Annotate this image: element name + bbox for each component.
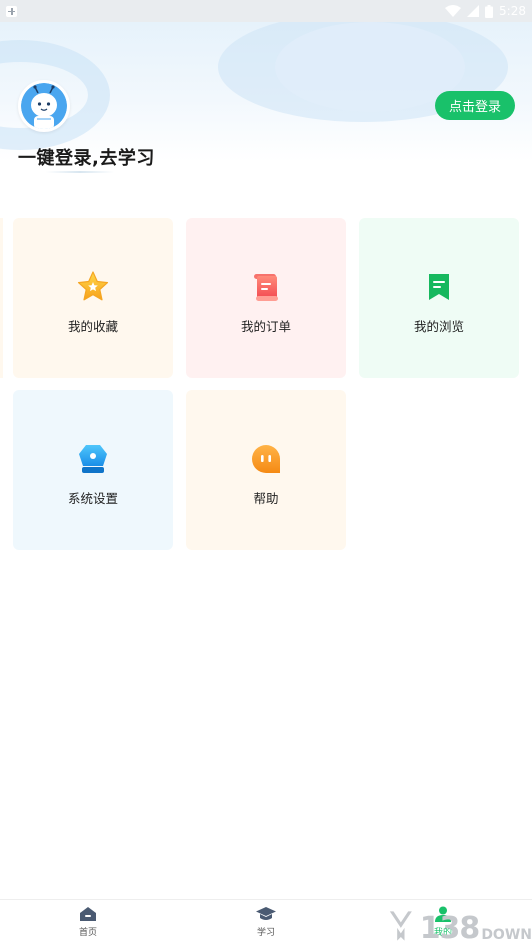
- notification-icon: [6, 5, 17, 17]
- bottom-navigation: 首页 学习 我的: [0, 899, 532, 944]
- menu-card-favorites[interactable]: 我的收藏: [13, 218, 173, 378]
- edge-card-peek: [0, 218, 3, 378]
- nav-label: 我的: [433, 928, 452, 938]
- status-indicators: 5:28: [445, 4, 526, 18]
- home-icon: [80, 907, 96, 921]
- card-label: 系统设置: [67, 491, 118, 506]
- graduation-cap-icon: [256, 907, 276, 920]
- avatar[interactable]: [18, 80, 70, 132]
- status-bar: 5:28: [0, 0, 532, 22]
- card-label: 我的收藏: [67, 319, 118, 334]
- login-button[interactable]: 点击登录: [435, 91, 515, 120]
- menu-card-help[interactable]: 帮助: [186, 390, 346, 550]
- user-icon: [435, 906, 451, 922]
- star-icon: [76, 270, 110, 304]
- wifi-icon: [445, 5, 462, 17]
- nav-label: 学习: [256, 928, 275, 938]
- card-label: 我的订单: [240, 319, 291, 334]
- nav-label: 首页: [78, 928, 97, 938]
- order-scroll-icon: [249, 270, 283, 304]
- nav-item-mine[interactable]: 我的: [413, 906, 473, 942]
- help-chat-icon: [249, 442, 283, 476]
- status-time: 5:28: [499, 4, 526, 18]
- card-label: 帮助: [253, 491, 279, 506]
- menu-card-settings[interactable]: 系统设置: [13, 390, 173, 550]
- settings-icon: [76, 442, 110, 476]
- card-label: 我的浏览: [413, 319, 464, 334]
- signal-icon: [467, 5, 480, 17]
- battery-icon: [485, 4, 494, 18]
- menu-card-orders[interactable]: 我的订单: [186, 218, 346, 378]
- cartoon-avatar-icon: [21, 83, 67, 129]
- title-underline: [46, 171, 114, 173]
- bookmark-icon: [422, 270, 456, 304]
- nav-item-study[interactable]: 学习: [236, 906, 296, 942]
- login-prompt[interactable]: 一键登录,去学习: [18, 144, 155, 170]
- nav-item-home[interactable]: 首页: [58, 906, 118, 942]
- menu-card-history[interactable]: 我的浏览: [359, 218, 519, 378]
